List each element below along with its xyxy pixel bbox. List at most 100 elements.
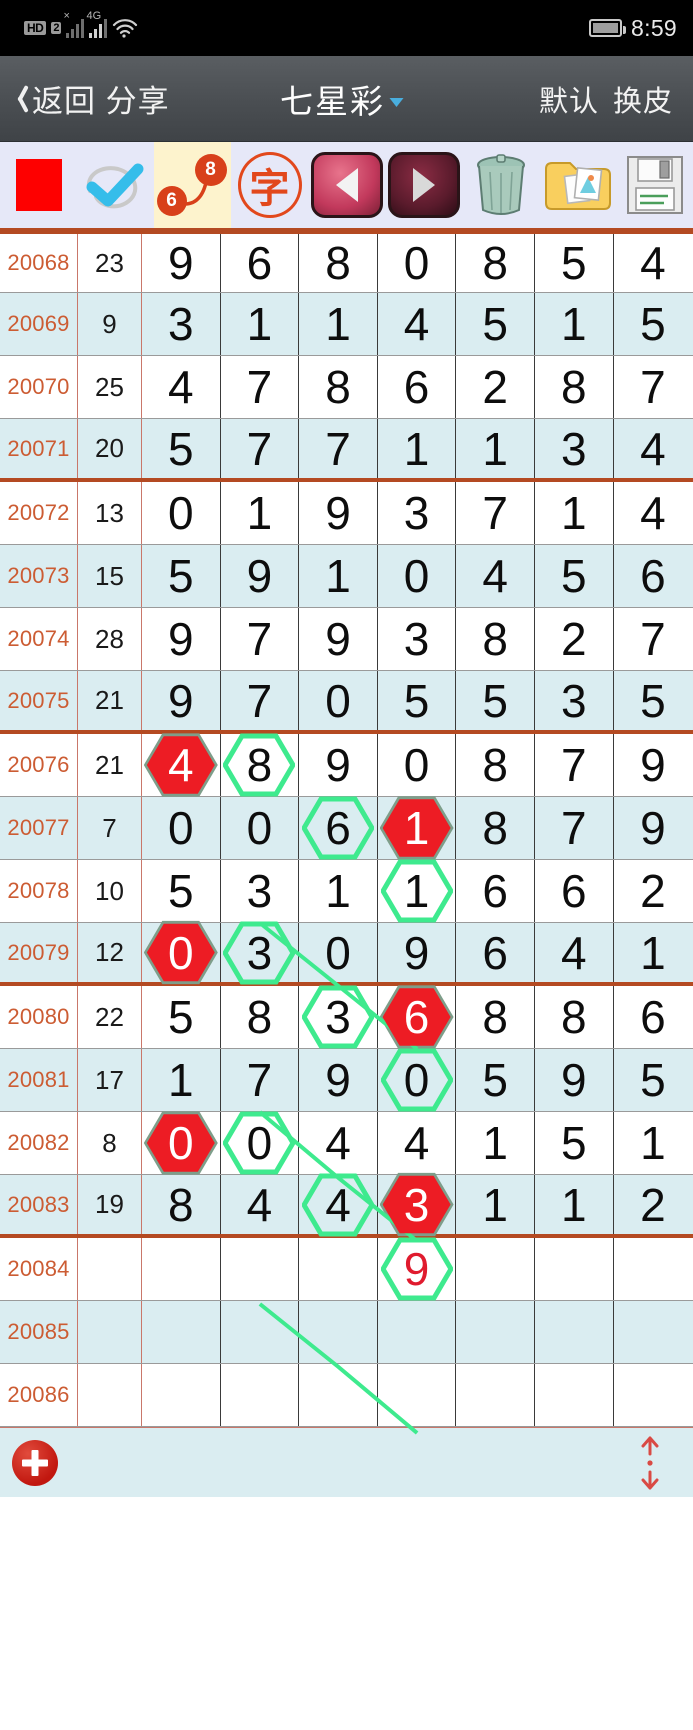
number-cell[interactable]: 1 [456, 419, 535, 478]
number-cell[interactable]: 1 [535, 293, 614, 355]
number-cell[interactable]: 9 [221, 545, 300, 607]
number-cell[interactable]: 8 [456, 608, 535, 670]
number-cell[interactable]: 8 [299, 234, 378, 292]
number-cell[interactable]: 9 [299, 1049, 378, 1111]
number-cell[interactable]: 0 [221, 797, 300, 859]
chevron-down-icon[interactable] [389, 98, 403, 107]
table-row[interactable]: 20069 9 3 1 1 4 5 1 5 [0, 293, 693, 356]
number-cell[interactable] [299, 1238, 378, 1300]
table-row[interactable]: 20077 7 0 0 6 1 8 7 9 [0, 796, 693, 860]
photo-folder-icon[interactable] [539, 142, 616, 228]
table-row[interactable]: 20078 10 5 3 1 1 6 6 2 [0, 859, 693, 923]
number-cell[interactable] [142, 1364, 221, 1426]
table-row[interactable]: 20068 23 9 6 8 0 8 5 4 [0, 230, 693, 293]
number-cell[interactable]: 6 [456, 923, 535, 982]
number-cell[interactable]: 1 [221, 482, 300, 544]
number-cell[interactable]: 5 [535, 234, 614, 292]
number-cell[interactable]: 4 [456, 545, 535, 607]
number-cell[interactable] [614, 1364, 693, 1426]
number-cell[interactable] [142, 1301, 221, 1363]
number-cell[interactable]: 2 [614, 1175, 693, 1234]
number-cell[interactable]: 8 [535, 986, 614, 1048]
number-cell[interactable]: 6 [614, 545, 693, 607]
check-mark-icon[interactable] [77, 142, 154, 228]
number-cell[interactable]: 4 [299, 1112, 378, 1174]
number-cell[interactable]: 1 [221, 293, 300, 355]
number-cell[interactable]: 3 [299, 985, 378, 1049]
number-cell[interactable]: 8 [456, 986, 535, 1048]
number-cell[interactable]: 0 [142, 1111, 221, 1175]
number-cell[interactable] [142, 1238, 221, 1300]
number-cell[interactable]: 9 [142, 608, 221, 670]
table-row[interactable]: 20085 [0, 1301, 693, 1364]
number-cell[interactable]: 1 [535, 1175, 614, 1234]
number-cell[interactable]: 6 [378, 985, 457, 1049]
number-cell[interactable]: 4 [142, 356, 221, 418]
floppy-save-icon[interactable] [616, 142, 693, 228]
number-cell[interactable]: 5 [614, 1049, 693, 1111]
number-cell[interactable]: 3 [535, 419, 614, 478]
number-cell[interactable]: 0 [378, 545, 457, 607]
number-cell[interactable] [456, 1301, 535, 1363]
number-cell[interactable] [456, 1364, 535, 1426]
number-cell[interactable]: 7 [614, 608, 693, 670]
number-cell[interactable]: 7 [221, 608, 300, 670]
number-cell[interactable] [456, 1238, 535, 1300]
number-cell[interactable]: 1 [378, 859, 457, 923]
table-row[interactable]: 20079 12 0 3 0 9 6 4 1 [0, 920, 693, 986]
number-cell[interactable]: 8 [142, 1175, 221, 1234]
number-cell[interactable]: 7 [221, 1049, 300, 1111]
table-row[interactable]: 20075 21 9 7 0 5 5 3 5 [0, 671, 693, 734]
number-cell[interactable]: 4 [221, 1175, 300, 1234]
number-cell[interactable]: 1 [142, 1049, 221, 1111]
number-cell[interactable]: 6 [378, 356, 457, 418]
table-row[interactable]: 20070 25 4 7 8 6 2 8 7 [0, 356, 693, 419]
number-cell[interactable]: 0 [378, 234, 457, 292]
number-cell[interactable]: 1 [614, 1112, 693, 1174]
scroll-up-down-icon[interactable] [633, 1434, 667, 1492]
number-cell[interactable]: 9 [142, 234, 221, 292]
table-row[interactable]: 20082 8 0 0 4 4 1 5 1 [0, 1111, 693, 1175]
number-cell[interactable]: 9 [614, 734, 693, 796]
number-cell[interactable]: 2 [614, 860, 693, 922]
number-cell[interactable]: 7 [221, 356, 300, 418]
number-cell[interactable]: 6 [614, 986, 693, 1048]
table-row[interactable]: 20072 13 0 1 9 3 7 1 4 [0, 482, 693, 545]
number-cell[interactable]: 6 [535, 860, 614, 922]
prev-arrow-icon[interactable] [308, 142, 385, 228]
number-cell[interactable]: 4 [614, 419, 693, 478]
table-row[interactable]: 20073 15 5 9 1 0 4 5 6 [0, 545, 693, 608]
number-cell[interactable]: 0 [378, 734, 457, 796]
number-cell[interactable]: 5 [142, 986, 221, 1048]
trash-can-icon[interactable] [462, 142, 539, 228]
default-button[interactable]: 默认 [539, 78, 599, 120]
number-cell[interactable]: 5 [535, 1112, 614, 1174]
number-cell[interactable]: 9 [614, 797, 693, 859]
number-cell[interactable]: 9 [299, 482, 378, 544]
number-cell[interactable]: 1 [456, 1175, 535, 1234]
number-cell[interactable]: 7 [456, 482, 535, 544]
number-cell[interactable]: 4 [142, 733, 221, 797]
number-cell[interactable] [535, 1364, 614, 1426]
number-cell[interactable] [299, 1364, 378, 1426]
number-cell[interactable]: 0 [378, 1048, 457, 1112]
number-cell[interactable]: 4 [378, 293, 457, 355]
number-cell[interactable]: 6 [299, 796, 378, 860]
number-cell[interactable] [221, 1238, 300, 1300]
number-cell[interactable] [535, 1238, 614, 1300]
number-cell[interactable]: 3 [378, 608, 457, 670]
table-row[interactable]: 20086 [0, 1364, 693, 1427]
table-row[interactable]: 20081 17 1 7 9 0 5 9 5 [0, 1048, 693, 1112]
number-cell[interactable]: 4 [535, 923, 614, 982]
number-cell[interactable]: 5 [535, 545, 614, 607]
chinese-zi-stamp-icon[interactable]: 字 [231, 142, 308, 228]
number-cell[interactable]: 7 [535, 797, 614, 859]
red-square-icon[interactable] [0, 142, 77, 228]
number-cell[interactable]: 7 [614, 356, 693, 418]
number-cell[interactable]: 5 [614, 293, 693, 355]
table-row[interactable]: 20080 22 5 8 3 6 8 8 6 [0, 985, 693, 1049]
number-cell[interactable]: 4 [378, 1112, 457, 1174]
number-cell[interactable]: 5 [142, 860, 221, 922]
back-button[interactable]: 返回 分享 [10, 76, 170, 121]
number-cell[interactable]: 9 [142, 671, 221, 730]
